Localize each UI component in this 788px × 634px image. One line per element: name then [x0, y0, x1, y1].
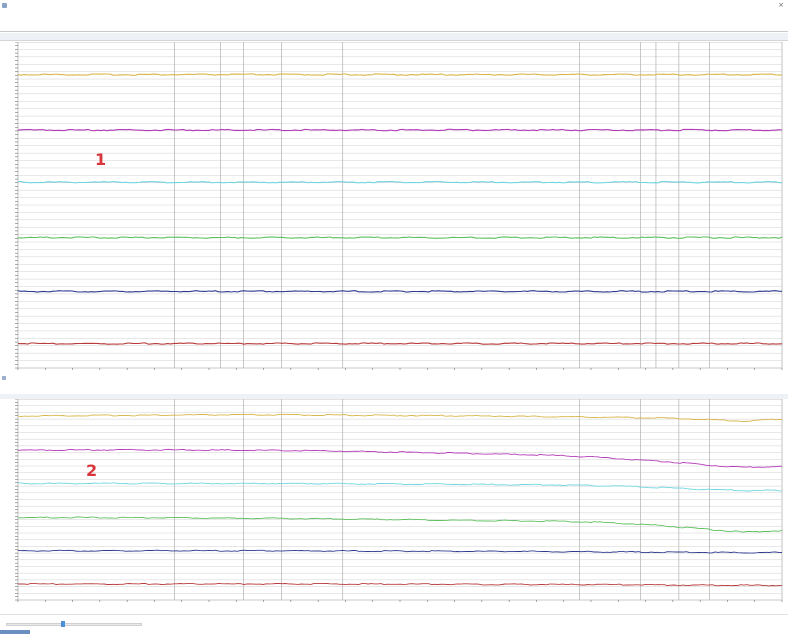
- close-icon[interactable]: ×: [778, 1, 784, 9]
- tab-bar-1: [0, 24, 788, 32]
- title-bar-2: [0, 373, 788, 399]
- annotation-marker-1: 1: [95, 150, 107, 169]
- section-header-1: [0, 33, 788, 41]
- taskbar-strip: [0, 630, 30, 634]
- slider-thumb[interactable]: [61, 621, 66, 627]
- waveform-chart-2[interactable]: [0, 399, 788, 614]
- title-bar-1: ×: [0, 0, 788, 11]
- annotation-marker-2: 2: [86, 461, 98, 480]
- app-icon: [2, 3, 7, 8]
- menu-bar: [0, 12, 788, 20]
- status-bar: [0, 614, 788, 634]
- waveform-chart-1[interactable]: [0, 42, 788, 376]
- app-icon-2: [2, 376, 6, 380]
- time-slider[interactable]: [6, 623, 142, 626]
